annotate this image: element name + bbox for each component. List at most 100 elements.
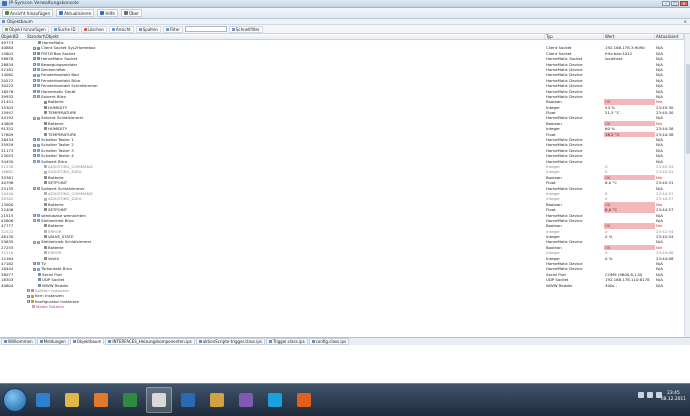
expand-icon[interactable]: +: [27, 294, 30, 298]
expand-icon[interactable]: +: [33, 51, 36, 55]
expand-icon[interactable]: +: [33, 89, 36, 93]
taskbar-app-4[interactable]: [146, 387, 172, 413]
toolbar-button-1[interactable]: Aktualisieren: [56, 9, 95, 17]
expand-icon[interactable]: +: [27, 289, 30, 293]
object-type-icon: [31, 289, 34, 293]
workspace-area: [0, 345, 690, 383]
object-type-icon: [37, 262, 40, 266]
expand-icon[interactable]: +: [33, 73, 36, 77]
toolbar-button-3[interactable]: Über: [120, 9, 142, 17]
object-type-icon: [37, 78, 40, 82]
excel-icon: [123, 393, 137, 407]
object-toolbar-button-5[interactable]: Filter: [162, 25, 183, 33]
tab-icon: [39, 340, 43, 343]
object-toolbar: Objekt hinzufügen Suche ID Löschen Ansicht S…: [0, 25, 690, 34]
taskbar-app-0[interactable]: [30, 387, 56, 413]
object-value: localhost: [605, 56, 623, 62]
volume-icon[interactable]: [647, 392, 653, 398]
object-type-icon: [44, 165, 47, 169]
object-toolbar-label: Objekt hinzufügen: [9, 26, 46, 32]
taskbar-clock[interactable]: 23:45 08.12.2011: [661, 391, 686, 403]
minimize-button[interactable]: –: [662, 1, 670, 6]
collapse-icon[interactable]: –: [33, 219, 36, 223]
expand-icon[interactable]: +: [33, 213, 36, 217]
column-header-type[interactable]: Typ: [545, 34, 604, 39]
columns-icon: [138, 27, 142, 31]
help-icon: [100, 11, 105, 15]
tab-label: INTERFACES_Heizungskomponenten.ips: [112, 339, 192, 344]
expand-icon[interactable]: +: [33, 84, 36, 88]
quick-filter-button[interactable]: Schnellfilter: [228, 25, 263, 33]
column-header-object[interactable]: Standort\Objekt: [26, 34, 545, 39]
network-icon[interactable]: [638, 392, 644, 398]
add-object-icon: [5, 27, 8, 31]
firefox-icon: [297, 393, 311, 407]
object-type-icon: [37, 46, 40, 50]
column-header-value[interactable]: Wert: [604, 34, 655, 39]
expand-icon[interactable]: +: [33, 267, 36, 271]
taskbar-app-6[interactable]: [204, 387, 230, 413]
tab-label: Meldungen: [43, 339, 66, 344]
taskbar-app-8[interactable]: [262, 387, 288, 413]
object-value: 6,0 °C: [605, 180, 618, 186]
toolbar-button-0[interactable]: Ansicht hinzufügen: [2, 9, 54, 17]
tab-icon: [4, 340, 7, 343]
taskbar-app-1[interactable]: [59, 387, 85, 413]
maximize-button[interactable]: □: [671, 1, 679, 6]
expand-icon[interactable]: +: [33, 62, 36, 66]
document-tabs: Willkommen Meldungen Objektbaum INTERFACES_…: [0, 337, 690, 345]
panel-close-icon[interactable]: ×: [684, 19, 687, 24]
object-toolbar-button-2[interactable]: Löschen: [80, 25, 107, 33]
expand-icon[interactable]: +: [33, 57, 36, 61]
object-type-icon: [44, 122, 47, 126]
expand-icon[interactable]: +: [33, 143, 36, 147]
expand-icon[interactable]: +: [33, 154, 36, 158]
tab-5[interactable]: Trigger.class.ips: [266, 338, 308, 345]
object-type-icon: [38, 41, 41, 45]
expand-icon[interactable]: +: [33, 262, 36, 266]
column-header-updated[interactable]: Aktualisiert: [655, 34, 684, 39]
taskbar-app-2[interactable]: [88, 387, 114, 413]
taskbar-app-7[interactable]: [233, 387, 259, 413]
tab-0[interactable]: Willkommen: [1, 338, 36, 345]
collapse-icon[interactable]: –: [33, 186, 36, 190]
quick-filter-input[interactable]: [184, 26, 227, 32]
tab-2[interactable]: Objektbaum: [69, 338, 105, 345]
object-type-icon: [44, 202, 47, 206]
window-titlebar: IP-Symcon Verwaltungskonsole – □ ×: [0, 0, 690, 8]
start-button[interactable]: [3, 388, 27, 412]
object-type-icon: [37, 84, 40, 88]
media-player-icon: [94, 393, 108, 407]
tab-3[interactable]: INTERFACES_Heizungskomponenten.ips: [105, 338, 195, 345]
taskbar-app-9[interactable]: [291, 387, 317, 413]
table-row[interactable]: Media Dateien: [0, 304, 684, 309]
toolbar-button-label: Über: [128, 10, 139, 16]
toolbar-button-2[interactable]: Hilfe: [97, 9, 118, 17]
object-toolbar-button-0[interactable]: Objekt hinzufügen: [2, 25, 49, 33]
collapse-icon[interactable]: –: [33, 116, 36, 120]
object-toolbar-button-4[interactable]: Spalten: [135, 25, 161, 33]
object-type-icon: [37, 159, 40, 163]
taskbar-app-3[interactable]: [117, 387, 143, 413]
close-button[interactable]: ×: [680, 1, 688, 6]
object-toolbar-button-1[interactable]: Suche ID: [50, 25, 79, 33]
windows-taskbar: 23:45 08.12.2011: [0, 383, 690, 416]
object-type-icon: [37, 213, 40, 217]
object-toolbar-button-3[interactable]: Ansicht: [108, 25, 134, 33]
collapse-icon[interactable]: –: [33, 240, 36, 244]
expand-icon[interactable]: +: [33, 68, 36, 72]
tab-1[interactable]: Meldungen: [36, 338, 69, 345]
collapse-icon[interactable]: –: [33, 95, 36, 99]
expand-icon[interactable]: +: [33, 46, 36, 50]
vertical-scrollbar[interactable]: [684, 34, 690, 337]
tab-4[interactable]: aktionScripte-trigger.class.ips: [195, 338, 266, 345]
tab-6[interactable]: config.class.ips: [308, 338, 350, 345]
taskbar-app-5[interactable]: [175, 387, 201, 413]
expand-icon[interactable]: +: [33, 138, 36, 142]
column-header-id[interactable]: ObjektID: [0, 34, 26, 39]
scrollbar-thumb[interactable]: [686, 64, 690, 154]
expand-icon[interactable]: +: [27, 299, 30, 303]
expand-icon[interactable]: +: [33, 149, 36, 153]
collapse-icon[interactable]: –: [33, 159, 36, 163]
expand-icon[interactable]: +: [33, 78, 36, 82]
